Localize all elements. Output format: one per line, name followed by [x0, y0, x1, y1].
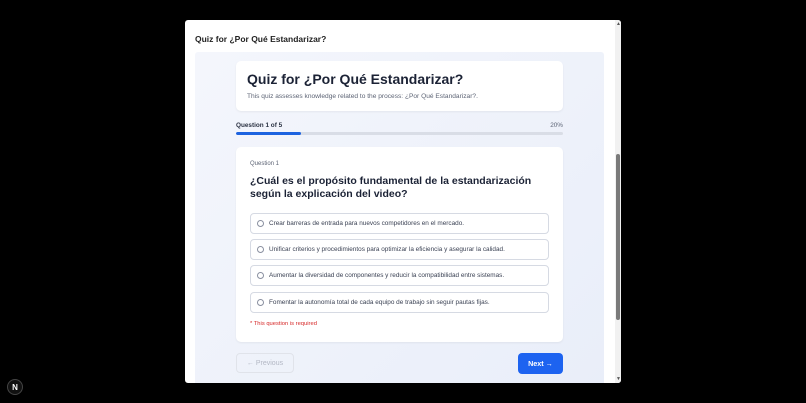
- quiz-title: Quiz for ¿Por Qué Estandarizar?: [247, 71, 464, 87]
- progress-percent: 20%: [550, 122, 563, 129]
- answer-option-3[interactable]: Aumentar la diversidad de componentes y …: [250, 265, 549, 286]
- scroll-up-arrow-icon[interactable]: ▲: [616, 21, 621, 27]
- radio-circle-icon[interactable]: [257, 246, 264, 253]
- radio-circle-icon[interactable]: [257, 220, 264, 227]
- radio-circle-icon[interactable]: [257, 272, 264, 279]
- progress-bar-fill: [236, 132, 302, 135]
- answer-option-1[interactable]: Crear barreras de entrada para nuevos co…: [250, 213, 549, 234]
- answer-option-2[interactable]: Unificar criterios y procedimientos para…: [250, 239, 549, 260]
- scroll-down-arrow-icon[interactable]: ▼: [616, 376, 621, 382]
- answer-option-4[interactable]: Fomentar la autonomía total de cada equi…: [250, 292, 549, 313]
- modal-title: Quiz for ¿Por Qué Estandarizar?: [195, 34, 327, 44]
- quiz-container: Quiz for ¿Por Qué Estandarizar? This qui…: [195, 52, 604, 383]
- radio-circle-icon[interactable]: [257, 299, 264, 306]
- scrollbar-thumb[interactable]: [616, 154, 620, 320]
- nextjs-badge-icon[interactable]: N: [7, 379, 23, 395]
- answer-option-label: Crear barreras de entrada para nuevos co…: [269, 220, 465, 227]
- required-error-message: * This question is required: [250, 321, 317, 327]
- quiz-modal: Quiz for ¿Por Qué Estandarizar? Quiz for…: [185, 20, 621, 383]
- modal-scrollbar[interactable]: ▲ ▼: [615, 20, 621, 383]
- answer-option-label: Unificar criterios y procedimientos para…: [269, 246, 505, 253]
- question-card: Question 1 ¿Cuál es el propósito fundame…: [236, 147, 563, 342]
- next-button[interactable]: Next →: [518, 353, 563, 374]
- question-text: ¿Cuál es el propósito fundamental de la …: [250, 175, 532, 200]
- answer-option-label: Aumentar la diversidad de componentes y …: [269, 272, 505, 279]
- question-number: Question 1: [250, 161, 280, 167]
- quiz-description: This quiz assesses knowledge related to …: [247, 93, 478, 100]
- quiz-header-card: Quiz for ¿Por Qué Estandarizar? This qui…: [236, 61, 563, 111]
- answer-option-label: Fomentar la autonomía total de cada equi…: [269, 299, 490, 306]
- previous-button[interactable]: ← Previous: [236, 353, 294, 373]
- progress-bar: [236, 132, 563, 135]
- progress-label: Question 1 of 5: [236, 122, 283, 129]
